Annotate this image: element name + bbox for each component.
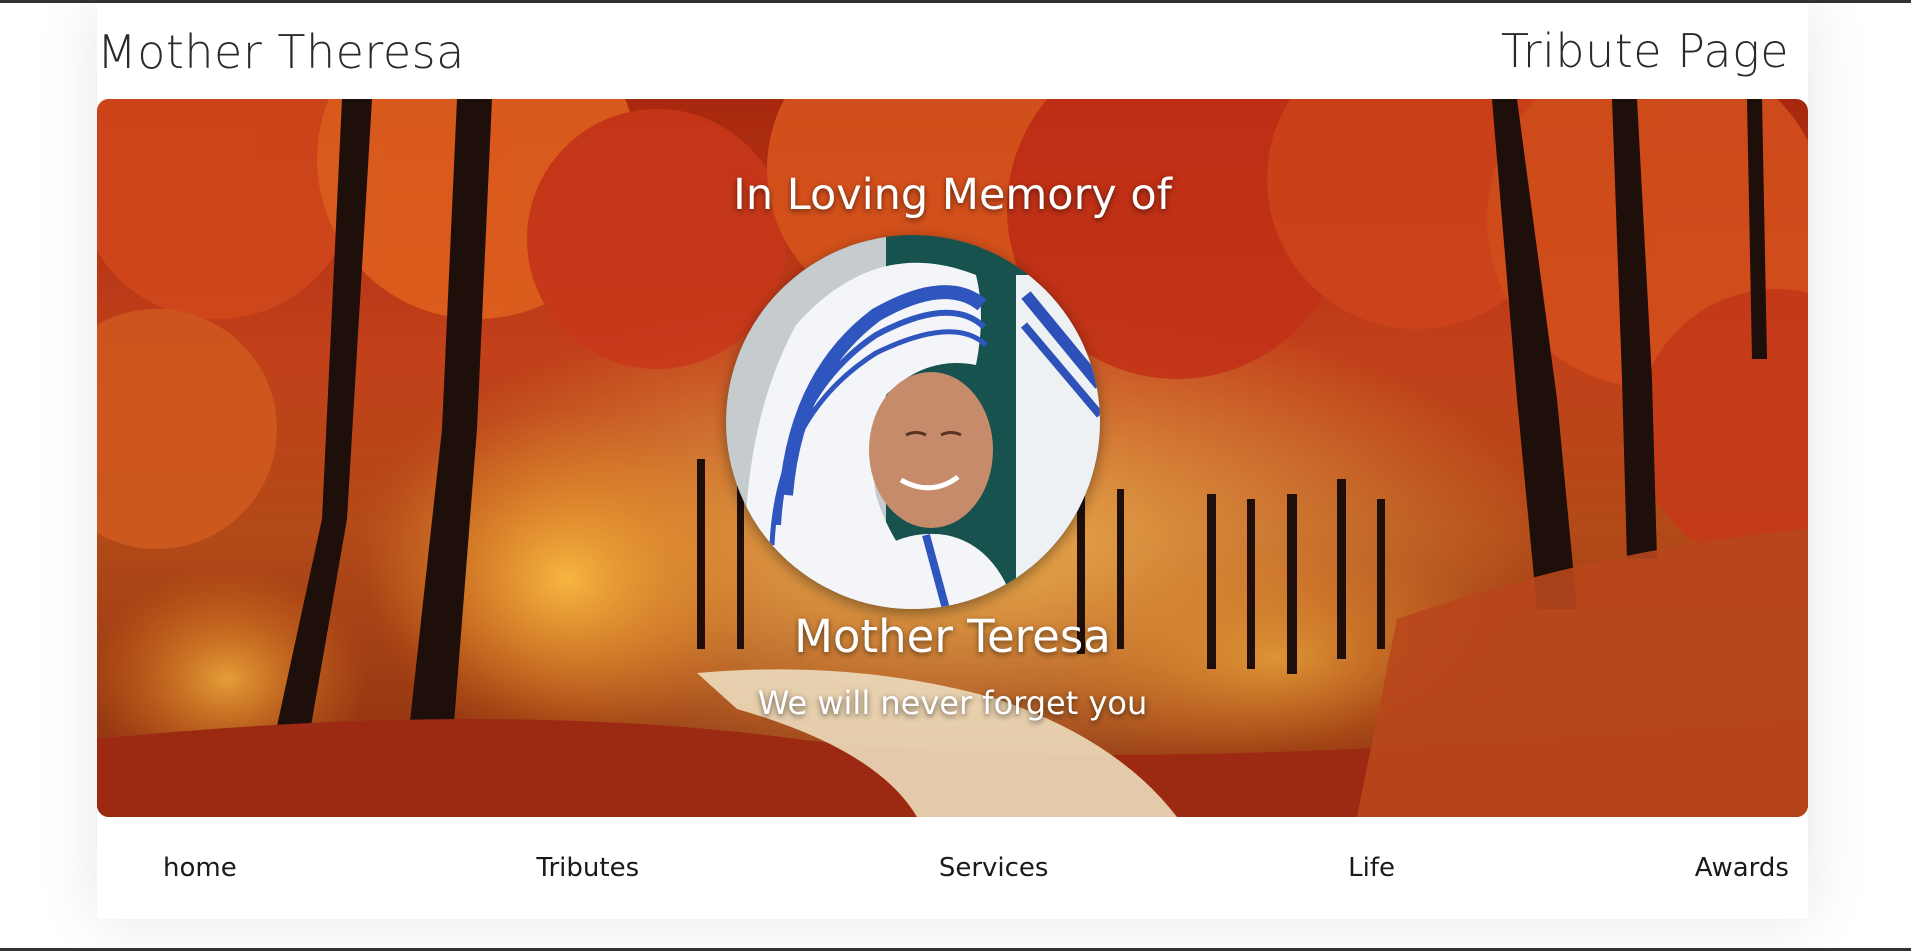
hero-name: Mother Teresa xyxy=(794,610,1111,663)
page-container: Mother Theresa Tribute Page In Loving Me… xyxy=(97,3,1808,919)
page-header: Mother Theresa Tribute Page xyxy=(97,3,1808,99)
nav-link-home[interactable]: home xyxy=(163,853,237,883)
portrait-photo xyxy=(726,235,1100,609)
hero-tagline: We will never forget you xyxy=(757,684,1148,722)
nav-link-life[interactable]: Life xyxy=(1348,853,1395,883)
page-subtitle: Tribute Page xyxy=(1500,24,1789,78)
hero-banner: In Loving Memory of Mother Teresa We wil… xyxy=(97,99,1808,817)
bottom-nav: home Tributes Services Life Awards xyxy=(97,817,1808,919)
hero-heading: In Loving Memory of xyxy=(733,170,1172,220)
nav-link-tributes[interactable]: Tributes xyxy=(536,853,639,883)
site-title: Mother Theresa xyxy=(97,25,465,79)
nav-link-awards[interactable]: Awards xyxy=(1695,853,1789,883)
nav-link-services[interactable]: Services xyxy=(939,853,1049,883)
